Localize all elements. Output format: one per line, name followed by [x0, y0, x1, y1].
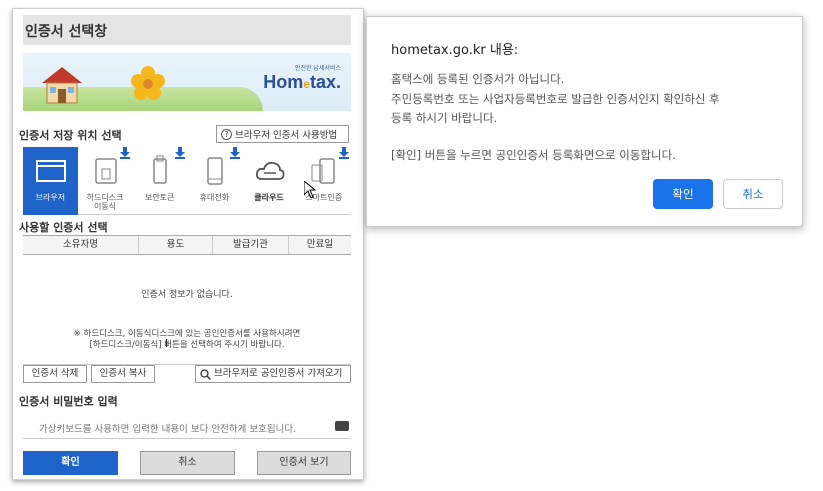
import-cert-button[interactable]: 브라우저로 공인인증서 가져오기	[195, 365, 351, 383]
dialog-cancel-button[interactable]: 취소	[723, 179, 783, 209]
import-button-label: 브라우저로 공인인증서 가져오기	[214, 368, 343, 379]
help-button-label: 브라우저 인증서 사용방법	[235, 130, 338, 141]
column-expiry[interactable]: 만료일	[289, 236, 351, 254]
cert-list-title: 사용할 인증서 선택	[19, 221, 108, 234]
storage-location-bar: 브라우저 하드디스크 이동식 보안토큰 휴대전화 클라우드 스마트인증	[23, 147, 351, 215]
notice-line-1: ※ 하드디스크, 이동식디스크에 있는 공인인증서를 사용하시려면	[73, 329, 301, 339]
delete-cert-button[interactable]: 인증서 삭제	[23, 365, 87, 383]
storage-label-phone: 휴대전화	[199, 193, 230, 202]
storage-label-token: 보안토큰	[144, 193, 175, 202]
dialog-line-1: 홈택스에 등록된 인증서가 아닙니다.	[391, 72, 565, 86]
cert-select-window: 인증서 선택창 안전한 납세서비스 Hometax. 인증서 저장 위치 선택 …	[12, 8, 364, 480]
cert-cancel-button[interactable]: 취소	[140, 451, 235, 475]
empty-cert-message: 인증서 정보가 없습니다.	[141, 290, 233, 300]
storage-item-harddisk[interactable]: 하드디스크 이동식	[78, 147, 133, 215]
column-owner[interactable]: 소유자명	[23, 236, 139, 254]
logo-tagline: 안전한 납세서비스	[294, 65, 341, 72]
logo-text: Hometax.	[263, 72, 341, 93]
password-section-title: 인증서 비밀번호 입력	[19, 395, 118, 408]
logo-tail: tax.	[309, 72, 341, 92]
storage-label-harddisk: 하드디스크 이동식	[86, 193, 124, 211]
text-cursor-icon: I	[165, 337, 169, 350]
browser-cert-help-button[interactable]: ? 브라우저 인증서 사용방법	[216, 125, 349, 143]
notice-line-2: [하드디스크/이동식] 버튼을 선택하여 주시기 바랍니다.	[89, 340, 285, 350]
alert-dialog: hometax.go.kr 내용: 홈택스에 등록된 인증서가 아닙니다. 주민…	[366, 16, 803, 227]
copy-cert-button[interactable]: 인증서 복사	[91, 365, 155, 383]
storage-section-title: 인증서 저장 위치 선택	[19, 129, 122, 142]
logo-main: Hom	[263, 72, 304, 92]
storage-item-phone[interactable]: 휴대전화	[187, 147, 242, 215]
usb-drive-icon	[94, 158, 117, 184]
cert-table-body: 인증서 정보가 없습니다. ※ 하드디스크, 이동식디스크에 있는 공인인증서를…	[23, 255, 351, 365]
dialog-origin: hometax.go.kr 내용:	[391, 43, 519, 58]
column-usage[interactable]: 용도	[139, 236, 213, 254]
window-title: 인증서 선택창	[23, 15, 351, 45]
storage-item-token[interactable]: 보안토큰	[132, 147, 187, 215]
dialog-line-2: 주민등록번호 또는 사업자등록번호로 발급한 인증서인지 확인하신 후	[391, 92, 720, 106]
dialog-line-3: 등록 하시기 바랍니다.	[391, 111, 498, 125]
download-icon	[120, 147, 131, 159]
cert-table-header: 소유자명 용도 발급기관 만료일	[23, 235, 351, 255]
browser-icon	[36, 160, 66, 182]
storage-label-cloud: 클라우드	[254, 193, 284, 202]
logo-e: e	[303, 77, 310, 91]
download-icon	[339, 147, 350, 159]
cert-ok-button[interactable]: 확인	[23, 451, 118, 475]
search-icon	[200, 368, 211, 380]
dialog-line-4: [확인] 버튼을 누르면 공인인증서 등록화면으로 이동합니다.	[391, 148, 676, 162]
storage-item-cloud[interactable]: 클라우드	[242, 147, 297, 215]
flower-icon	[131, 66, 165, 100]
hometax-logo: 안전한 납세서비스 Hometax.	[263, 63, 341, 93]
question-icon: ?	[221, 128, 232, 140]
hometax-banner: 안전한 납세서비스 Hometax.	[23, 53, 351, 111]
storage-label-browser: 브라우저	[35, 193, 66, 202]
view-cert-button[interactable]: 인증서 보기	[257, 451, 351, 475]
mobile-phone-icon	[207, 157, 223, 185]
security-token-icon	[153, 155, 168, 184]
mouse-pointer-icon	[304, 181, 316, 199]
storage-item-browser[interactable]: 브라우저	[23, 147, 78, 215]
harddisk-notice: ※ 하드디스크, 이동식디스크에 있는 공인인증서를 사용하시려면 [하드디스크…	[23, 329, 351, 351]
house-icon	[42, 67, 82, 104]
download-icon	[175, 147, 186, 159]
password-placeholder: 가상키보드를 사용하면 입력한 내용이 보다 안전하게 보호됩니다.	[39, 424, 297, 435]
cert-password-input[interactable]: 가상키보드를 사용하면 입력한 내용이 보다 안전하게 보호됩니다.	[23, 417, 351, 439]
dialog-ok-button[interactable]: 확인	[653, 179, 713, 209]
virtual-keyboard-icon[interactable]	[335, 421, 349, 431]
download-icon	[229, 147, 240, 159]
column-issuer[interactable]: 발급기관	[213, 236, 289, 254]
cloud-icon	[255, 161, 285, 180]
